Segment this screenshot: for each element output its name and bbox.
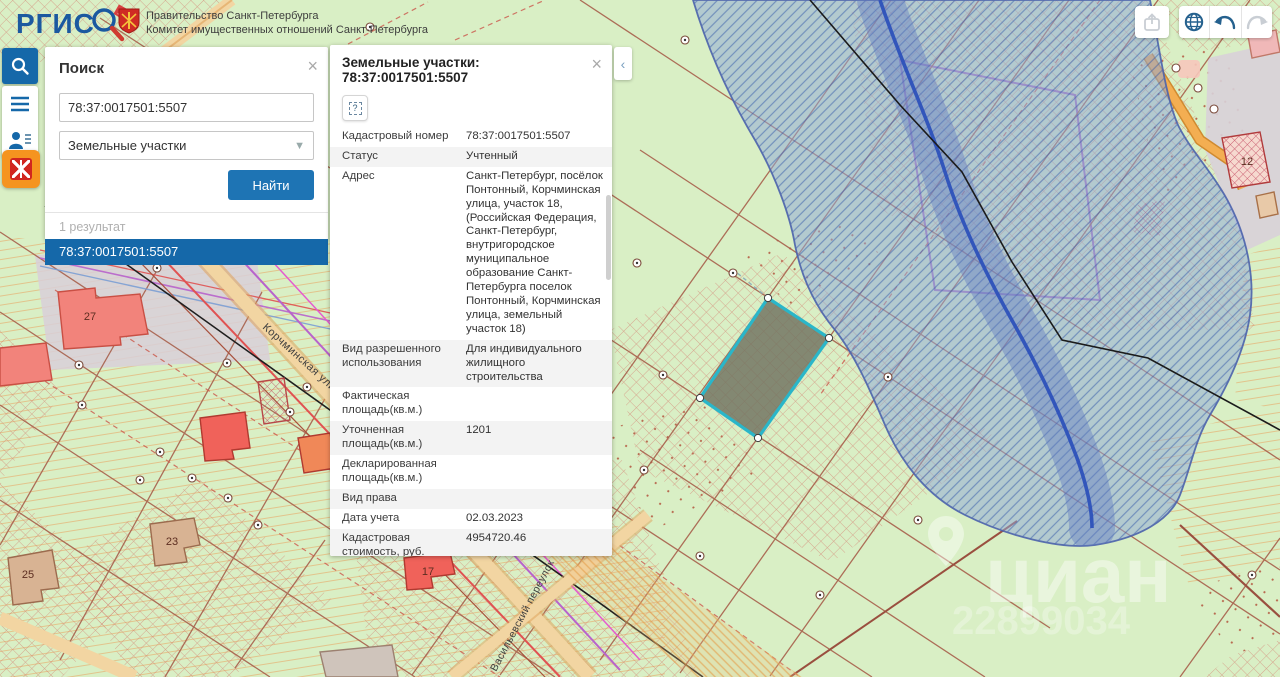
search-panel-close-icon[interactable]: × — [307, 57, 318, 75]
details-panel-close-icon[interactable]: × — [591, 55, 602, 73]
search-icon — [10, 56, 30, 76]
details-row-value: Учтенный — [466, 150, 604, 164]
details-row-label: Кадастровый номер — [342, 130, 466, 144]
search-tool-button[interactable] — [2, 48, 38, 84]
user-list-icon — [9, 131, 31, 149]
hamburger-icon — [10, 96, 30, 112]
details-row-value: 1201 — [466, 424, 604, 452]
gov-line2: Комитет имущественных отношений Санкт-Пе… — [146, 23, 428, 37]
rgis-logo-text: РГИС — [16, 8, 95, 40]
details-row-label: Вид права — [342, 492, 466, 506]
spb-coat-of-arms-icon — [118, 8, 140, 34]
details-row-label: Дата учета — [342, 512, 466, 526]
details-row-label: Кадастровая стоимость, руб. — [342, 532, 466, 556]
details-panel-title: Земельные участки: 78:37:0017501:5507 — [330, 45, 612, 91]
toolbar-group — [2, 86, 38, 158]
details-scrollbar[interactable] — [606, 195, 611, 280]
building-label-23: 23 — [166, 536, 178, 548]
details-row-value: Санкт-Петербург, посёлок Понтонный, Корч… — [466, 170, 604, 337]
details-row: Вид права — [330, 489, 612, 509]
details-row: Уточненная площадь(кв.м.)1201 — [330, 421, 612, 455]
search-category-value: Земельные участки — [68, 138, 186, 153]
globe-icon — [1184, 12, 1204, 32]
search-category-select[interactable]: Земельные участки ▼ — [59, 131, 314, 160]
undo-arrow-icon — [1214, 14, 1236, 30]
undo-button[interactable] — [1209, 6, 1240, 38]
map-nav-group — [1179, 6, 1272, 38]
building-label-12: 12 — [1241, 156, 1253, 168]
details-row-label: Декларированная площадь(кв.м.) — [342, 458, 466, 486]
details-row-label: Уточненная площадь(кв.м.) — [342, 424, 466, 452]
details-row: Дата учета02.03.2023 — [330, 509, 612, 529]
details-panel: Земельные участки: 78:37:0017501:5507 × … — [330, 45, 612, 556]
details-row-value: 02.03.2023 — [466, 512, 604, 526]
search-panel-title: Поиск — [45, 47, 328, 77]
gov-line1: Правительство Санкт-Петербурга — [146, 9, 428, 23]
details-row: АдресСанкт-Петербург, посёлок Понтонный,… — [330, 167, 612, 340]
details-row-label: Адрес — [342, 170, 466, 337]
redo-button[interactable] — [1241, 6, 1272, 38]
find-button[interactable]: Найти — [228, 170, 314, 200]
details-row: Вид разрешенного использованияДля индиви… — [330, 340, 612, 388]
layers-menu-button[interactable] — [2, 86, 38, 122]
building-label-25: 25 — [22, 569, 34, 581]
spb-portal-button[interactable] — [2, 150, 40, 188]
result-item-selected[interactable]: 78:37:0017501:5507 — [45, 239, 328, 265]
identify-tool-button[interactable]: ? — [342, 95, 368, 121]
details-table: Кадастровый номер78:37:0017501:5507Стату… — [330, 127, 612, 556]
building-label-17: 17 — [422, 566, 434, 578]
details-row-value — [466, 492, 604, 506]
details-row-value — [466, 458, 604, 486]
search-input[interactable] — [59, 93, 314, 122]
details-row-value: Для индивидуального жилищного строительс… — [466, 343, 604, 385]
spb-emblem-icon — [10, 158, 32, 180]
rgis-logo[interactable]: РГИС 12 — [16, 4, 133, 44]
details-row: Декларированная площадь(кв.м.) — [330, 455, 612, 489]
details-row: Кадастровая стоимость, руб.4954720.46 — [330, 529, 612, 556]
export-button[interactable] — [1135, 6, 1169, 38]
details-collapse-button[interactable]: ‹ — [614, 47, 632, 80]
gov-header: Правительство Санкт-Петербурга Комитет и… — [146, 9, 428, 37]
details-row: СтатусУчтенный — [330, 147, 612, 167]
watermark-number: 22899034 — [952, 599, 1131, 643]
details-row-label: Вид разрешенного использования — [342, 343, 466, 385]
building-label-27: 27 — [84, 311, 96, 323]
results-count: 1 результат — [45, 212, 328, 239]
details-row-label: Фактическая площадь(кв.м.) — [342, 390, 466, 418]
export-icon — [1144, 13, 1160, 31]
details-row-value: 4954720.46 — [466, 532, 604, 556]
chevron-down-icon: ▼ — [294, 140, 305, 152]
redo-arrow-icon — [1246, 14, 1268, 30]
globe-button[interactable] — [1179, 6, 1209, 38]
app-window: 27 23 25 17 12 — [0, 0, 1280, 677]
details-row: Фактическая площадь(кв.м.) — [330, 387, 612, 421]
identify-tool-icon: ? — [349, 102, 362, 115]
details-row: Кадастровый номер78:37:0017501:5507 — [330, 127, 612, 147]
details-row-label: Статус — [342, 150, 466, 164]
details-row-value: 78:37:0017501:5507 — [466, 130, 604, 144]
details-row-value — [466, 390, 604, 418]
search-panel: Поиск × Земельные участки ▼ Найти 1 резу… — [45, 47, 328, 240]
